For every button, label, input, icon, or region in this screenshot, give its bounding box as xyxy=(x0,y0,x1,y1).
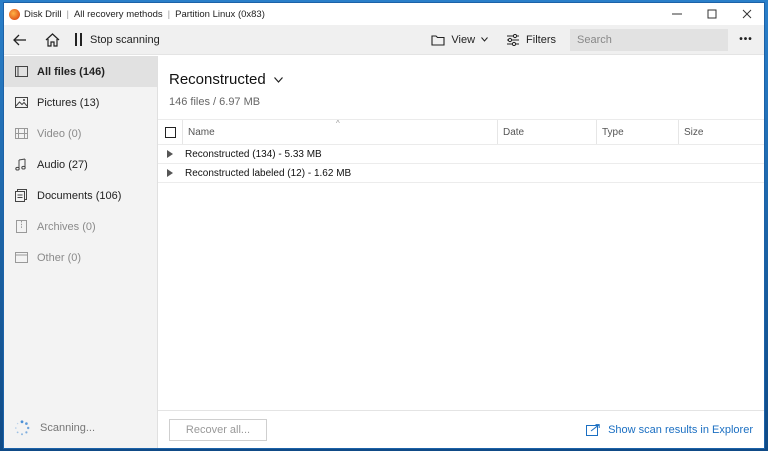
arrow-left-icon xyxy=(13,34,26,45)
select-all-checkbox[interactable] xyxy=(164,126,176,138)
recover-all-button[interactable]: Recover all... xyxy=(169,418,267,441)
chevron-down-icon xyxy=(481,37,488,42)
maximize-icon xyxy=(707,9,716,19)
search-input[interactable]: Search xyxy=(570,28,728,51)
sort-caret-icon: ^ xyxy=(336,119,340,128)
title-bar: Disk Drill | All recovery methods | Part… xyxy=(4,3,764,25)
scan-status: Scanning... xyxy=(14,420,95,436)
stop-scanning-label: Stop scanning xyxy=(90,33,160,46)
filters-label: Filters xyxy=(526,33,556,46)
title-separator: | xyxy=(167,8,171,20)
folder-icon xyxy=(431,34,445,46)
home-button[interactable] xyxy=(36,25,68,55)
back-button[interactable] xyxy=(4,25,36,55)
chevron-down-icon xyxy=(273,76,283,83)
recover-all-label: Recover all... xyxy=(185,423,251,436)
sidebar-item-label: Pictures (13) xyxy=(37,96,100,109)
sidebar-item-audio[interactable]: Audio (27) xyxy=(4,149,157,180)
content-header: Reconstructed 146 files / 6.97 MB xyxy=(158,56,764,108)
app-window: Disk Drill | All recovery methods | Part… xyxy=(3,2,765,449)
toolbar: Stop scanning View Filters Search ••• xyxy=(4,25,764,55)
view-label: View xyxy=(451,33,476,46)
column-name[interactable]: Name xyxy=(183,120,498,144)
row-label: Reconstructed labeled (12) - 1.62 MB xyxy=(185,167,352,179)
disk-drill-logo-icon xyxy=(9,8,20,20)
minimize-icon xyxy=(671,13,682,15)
sliders-icon xyxy=(507,33,520,46)
table-header: ^ Name Date Type Size xyxy=(158,119,764,145)
file-table: ^ Name Date Type Size Reconstructed (134… xyxy=(158,119,764,183)
title-method: All recovery methods xyxy=(73,8,163,20)
home-icon xyxy=(45,32,59,47)
sidebar-item-all-files[interactable]: All files (146) xyxy=(4,56,157,87)
window-controls xyxy=(659,3,764,25)
sidebar-item-label: Documents (106) xyxy=(37,189,122,202)
column-size-label: Size xyxy=(684,126,704,138)
document-icon xyxy=(14,189,28,203)
sidebar-item-label: Video (0) xyxy=(37,127,82,140)
close-icon xyxy=(742,9,751,19)
title-partition: Partition Linux (0x83) xyxy=(175,8,265,20)
content-footer: Recover all... Show scan results in Expl… xyxy=(158,410,764,448)
search-placeholder: Search xyxy=(577,33,612,46)
sidebar-item-label: Other (0) xyxy=(37,251,82,264)
page-title: Reconstructed xyxy=(169,71,266,88)
view-button[interactable]: View xyxy=(425,25,494,55)
sidebar: All files (146) Pictures (13) Video (0) … xyxy=(4,56,158,448)
sidebar-item-label: Audio (27) xyxy=(37,158,88,171)
minimize-button[interactable] xyxy=(659,3,694,25)
sidebar-item-other[interactable]: Other (0) xyxy=(4,242,157,273)
column-date-label: Date xyxy=(503,126,525,138)
other-files-icon xyxy=(14,251,28,265)
sidebar-item-label: All files (146) xyxy=(37,65,105,78)
content-pane: Reconstructed 146 files / 6.97 MB ^ Name… xyxy=(158,56,764,448)
expand-arrow-icon[interactable] xyxy=(167,150,173,158)
main-area: All files (146) Pictures (13) Video (0) … xyxy=(4,56,764,448)
external-link-icon xyxy=(586,423,600,436)
picture-icon xyxy=(14,96,28,110)
sidebar-item-label: Archives (0) xyxy=(37,220,96,233)
more-dots-icon: ••• xyxy=(739,34,753,45)
title-app-name: Disk Drill xyxy=(24,8,62,20)
title-separator: | xyxy=(66,8,69,20)
video-icon xyxy=(14,127,28,141)
table-row[interactable]: Reconstructed labeled (12) - 1.62 MB xyxy=(158,164,764,183)
more-options-button[interactable]: ••• xyxy=(728,25,764,55)
sidebar-item-pictures[interactable]: Pictures (13) xyxy=(4,87,157,118)
show-in-explorer-link[interactable]: Show scan results in Explorer xyxy=(586,424,753,436)
stop-scanning-button[interactable]: Stop scanning xyxy=(68,25,166,55)
column-type-label: Type xyxy=(602,126,624,138)
maximize-button[interactable] xyxy=(694,3,729,25)
row-label: Reconstructed (134) - 5.33 MB xyxy=(185,148,322,160)
table-row[interactable]: Reconstructed (134) - 5.33 MB xyxy=(158,145,764,164)
pause-icon xyxy=(75,33,82,46)
scan-status-label: Scanning... xyxy=(40,422,96,434)
close-button[interactable] xyxy=(729,3,764,25)
sidebar-item-documents[interactable]: Documents (106) xyxy=(4,180,157,211)
column-name-label: Name xyxy=(188,126,215,138)
music-note-icon xyxy=(14,158,28,172)
sidebar-item-archives[interactable]: Archives (0) xyxy=(4,211,157,242)
filters-button[interactable]: Filters xyxy=(500,25,562,55)
show-in-explorer-label: Show scan results in Explorer xyxy=(608,423,753,436)
spinner-icon xyxy=(15,420,30,436)
expand-arrow-icon[interactable] xyxy=(167,169,173,177)
column-size[interactable]: Size xyxy=(679,120,764,144)
folder-heading[interactable]: Reconstructed xyxy=(169,71,764,88)
select-all-cell xyxy=(158,120,183,144)
archive-icon xyxy=(14,220,28,234)
file-summary: 146 files / 6.97 MB xyxy=(169,96,261,108)
column-type[interactable]: Type xyxy=(597,120,679,144)
sidebar-item-video[interactable]: Video (0) xyxy=(4,118,157,149)
column-date[interactable]: Date xyxy=(498,120,597,144)
all-files-icon xyxy=(14,65,28,79)
